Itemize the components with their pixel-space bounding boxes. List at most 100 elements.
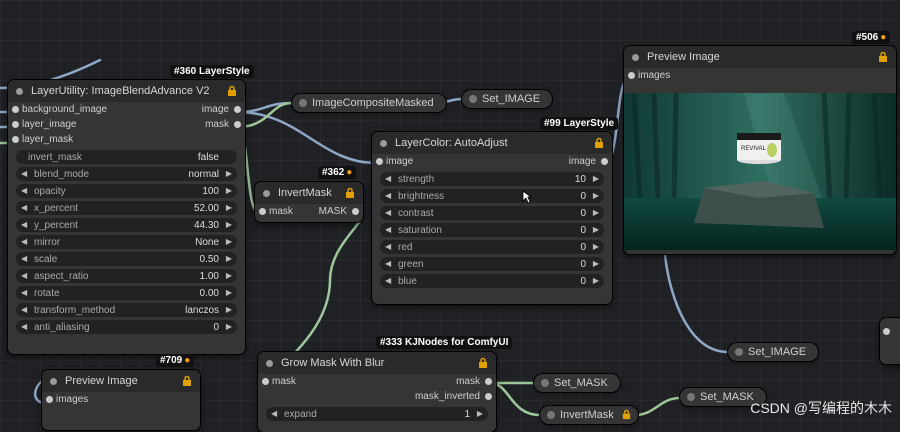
input-port[interactable] [262, 378, 269, 385]
arrow-left-icon[interactable]: ◀ [21, 169, 27, 178]
widget-saturation[interactable]: ◀ saturation 0 ▶ [380, 223, 604, 237]
node-invert-mask[interactable]: InvertMask mask MASK [255, 182, 363, 222]
output-port[interactable] [485, 378, 492, 385]
widget-rotate[interactable]: ◀ rotate 0.00 ▶ [16, 286, 237, 300]
arrow-left-icon[interactable]: ◀ [385, 276, 391, 285]
widget-y-percent[interactable]: ◀ y_percent 44.30 ▶ [16, 218, 237, 232]
arrow-left-icon[interactable]: ◀ [385, 208, 391, 217]
input-port[interactable] [628, 72, 635, 79]
collapse-dot[interactable] [547, 411, 555, 419]
collapse-dot[interactable] [50, 377, 57, 385]
arrow-left-icon[interactable]: ◀ [385, 242, 391, 251]
collapse-dot[interactable] [541, 379, 549, 387]
arrow-right-icon[interactable]: ▶ [226, 271, 232, 280]
port-row-mask-inverted[interactable]: mask_inverted [258, 389, 496, 404]
arrow-left-icon[interactable]: ◀ [21, 271, 27, 280]
port-row-layer-image[interactable]: layer_image mask [8, 117, 245, 132]
output-port[interactable] [234, 121, 241, 128]
arrow-left-icon[interactable]: ◀ [21, 288, 27, 297]
node-set-mask-1[interactable]: Set_MASK [534, 374, 620, 392]
arrow-left-icon[interactable]: ◀ [385, 225, 391, 234]
arrow-left-icon[interactable]: ◀ [385, 191, 391, 200]
arrow-right-icon[interactable]: ▶ [226, 288, 232, 297]
widget-anti-aliasing[interactable]: ◀ anti_aliasing 0 ▶ [16, 320, 237, 334]
widget-scale[interactable]: ◀ scale 0.50 ▶ [16, 252, 237, 266]
arrow-left-icon[interactable]: ◀ [21, 237, 27, 246]
arrow-right-icon[interactable]: ▶ [477, 409, 483, 418]
node-header[interactable]: Preview Image [624, 46, 896, 68]
port-row-images[interactable]: images [42, 392, 200, 407]
port-row-mask[interactable]: mask MASK [255, 204, 363, 219]
arrow-right-icon[interactable]: ▶ [226, 220, 232, 229]
node-set-image-bottom[interactable]: Set_IMAGE [728, 343, 819, 361]
arrow-right-icon[interactable]: ▶ [226, 203, 232, 212]
node-grow-mask-with-blur[interactable]: Grow Mask With Blur mask mask mask_inver… [258, 352, 496, 432]
widget-x-percent[interactable]: ◀ x_percent 52.00 ▶ [16, 201, 237, 215]
input-port[interactable] [12, 121, 19, 128]
widget-contrast[interactable]: ◀ contrast 0 ▶ [380, 206, 604, 220]
arrow-left-icon[interactable]: ◀ [385, 174, 391, 183]
node-preview-image-main[interactable]: Preview Image images REVIVAL [624, 46, 896, 254]
arrow-right-icon[interactable]: ▶ [226, 254, 232, 263]
arrow-left-icon[interactable]: ◀ [21, 322, 27, 331]
node-auto-adjust[interactable]: LayerColor: AutoAdjust image image ◀ stre… [372, 132, 612, 304]
output-port[interactable] [352, 208, 359, 215]
collapse-dot[interactable] [735, 348, 743, 356]
arrow-left-icon[interactable]: ◀ [385, 259, 391, 268]
widget-green[interactable]: ◀ green 0 ▶ [380, 257, 604, 271]
port-row-mask[interactable]: mask mask [258, 374, 496, 389]
node-header[interactable]: Grow Mask With Blur [258, 352, 496, 374]
node-header[interactable]: LayerColor: AutoAdjust [372, 132, 612, 154]
widget-opacity[interactable]: ◀ opacity 100 ▶ [16, 184, 237, 198]
widget-red[interactable]: ◀ red 0 ▶ [380, 240, 604, 254]
arrow-right-icon[interactable]: ▶ [226, 237, 232, 246]
arrow-right-icon[interactable]: ▶ [593, 276, 599, 285]
arrow-left-icon[interactable]: ◀ [21, 203, 27, 212]
node-header[interactable]: LayerUtility: ImageBlendAdvance V2 [8, 80, 245, 102]
port-row-images[interactable]: images [624, 68, 896, 83]
node-invert-mask-2[interactable]: InvertMask [540, 406, 638, 424]
node-image-blend-advance[interactable]: LayerUtility: ImageBlendAdvance V2 backg… [8, 80, 245, 354]
collapse-dot[interactable] [687, 393, 695, 401]
arrow-left-icon[interactable]: ◀ [21, 220, 27, 229]
collapse-dot[interactable] [299, 99, 307, 107]
node-header[interactable]: Preview Image [42, 370, 200, 392]
arrow-right-icon[interactable]: ▶ [226, 186, 232, 195]
arrow-right-icon[interactable]: ▶ [226, 322, 232, 331]
widget-invert-mask[interactable]: invert_mask false [16, 150, 237, 164]
node-header[interactable]: InvertMask [255, 182, 363, 204]
collapse-dot[interactable] [632, 53, 639, 61]
arrow-right-icon[interactable]: ▶ [593, 259, 599, 268]
input-port[interactable] [259, 208, 266, 215]
node-preview-image-small[interactable]: Preview Image images [42, 370, 200, 430]
arrow-left-icon[interactable]: ◀ [21, 186, 27, 195]
node-set-image-top[interactable]: Set_IMAGE [462, 90, 553, 108]
port-row-image[interactable]: image image [372, 154, 612, 169]
input-port[interactable] [12, 106, 19, 113]
port-row-layer-mask[interactable]: layer_mask [8, 132, 245, 147]
node-offscreen-right[interactable] [880, 318, 900, 364]
arrow-right-icon[interactable]: ▶ [593, 174, 599, 183]
input-port[interactable] [46, 396, 53, 403]
widget-transform-method[interactable]: ◀ transform_method lanczos ▶ [16, 303, 237, 317]
widget-aspect-ratio[interactable]: ◀ aspect_ratio 1.00 ▶ [16, 269, 237, 283]
port-row-background-image[interactable]: background_image image [8, 102, 245, 117]
widget-expand[interactable]: ◀ expand 1 ▶ [266, 407, 488, 421]
arrow-right-icon[interactable]: ▶ [226, 305, 232, 314]
collapse-dot[interactable] [16, 87, 23, 95]
node-image-composite-masked[interactable]: ImageCompositeMasked [292, 94, 446, 112]
arrow-left-icon[interactable]: ◀ [21, 254, 27, 263]
arrow-right-icon[interactable]: ▶ [593, 242, 599, 251]
output-port[interactable] [234, 106, 241, 113]
input-port[interactable] [883, 328, 890, 335]
collapse-dot[interactable] [469, 95, 477, 103]
arrow-right-icon[interactable]: ▶ [226, 169, 232, 178]
widget-brightness[interactable]: ◀ brightness 0 ▶ [380, 189, 604, 203]
collapse-dot[interactable] [266, 359, 273, 367]
widget-blue[interactable]: ◀ blue 0 ▶ [380, 274, 604, 288]
widget-strength[interactable]: ◀ strength 10 ▶ [380, 172, 604, 186]
collapse-dot[interactable] [263, 189, 270, 197]
widget-mirror[interactable]: ◀ mirror None ▶ [16, 235, 237, 249]
input-port[interactable] [12, 136, 19, 143]
collapse-dot[interactable] [380, 139, 387, 147]
